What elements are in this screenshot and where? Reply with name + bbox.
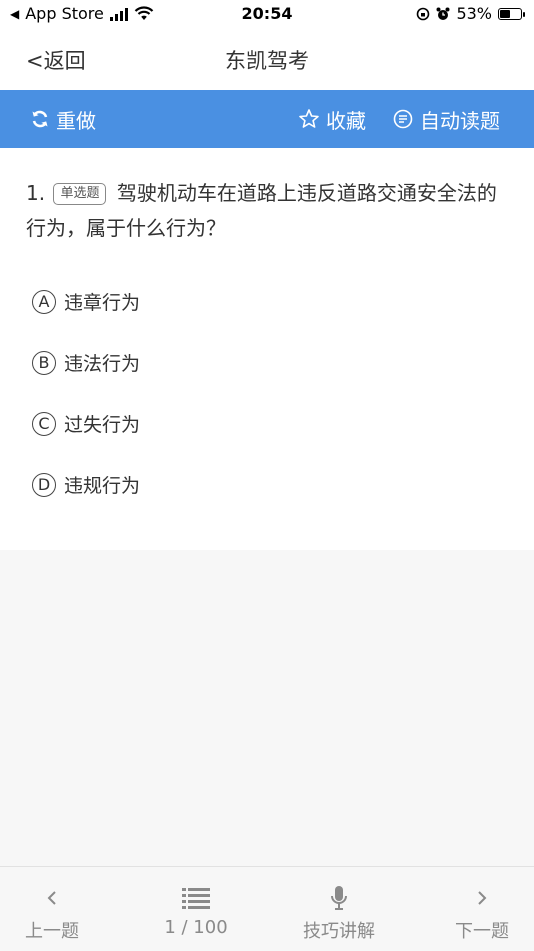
bottom-bar: 上一题 1 / 100 技巧讲解 下一题 — [0, 866, 534, 951]
autoread-label: 自动读题 — [420, 108, 500, 133]
redo-label: 重做 — [56, 108, 96, 133]
prev-question-label: 上一题 — [25, 921, 79, 942]
next-question-button[interactable]: 下一题 — [422, 867, 534, 951]
status-bar: ◀ App Store 20:54 53% — [0, 0, 534, 28]
orientation-lock-icon — [417, 7, 430, 20]
question-list-button[interactable]: 1 / 100 — [136, 867, 256, 951]
redo-button[interactable]: 重做 — [30, 90, 96, 148]
option-letter-icon: C — [32, 411, 56, 436]
question-text: 1. 单选题 驾驶机动车在道路上违反道路交通安全法的行为，属于什么行为？ — [26, 176, 506, 246]
option-letter-icon: B — [32, 350, 56, 375]
list-icon — [182, 888, 210, 909]
microphone-icon — [331, 886, 347, 910]
auto-read-icon — [393, 109, 413, 129]
toolbar: 重做 收藏 自动读题 — [0, 90, 534, 148]
option-letter-icon: D — [32, 472, 56, 497]
option-d[interactable]: D 违规行为 — [32, 471, 140, 498]
status-right: 53% — [416, 4, 525, 23]
nav-bar: <返回 东凯驾考 — [0, 28, 534, 90]
option-c[interactable]: C 过失行为 — [32, 410, 140, 437]
chevron-right-icon — [478, 891, 487, 905]
back-button[interactable]: <返回 — [26, 45, 86, 75]
option-letter-icon: A — [32, 289, 56, 314]
tips-button[interactable]: 技巧讲解 — [279, 867, 399, 951]
refresh-icon — [32, 110, 48, 128]
prev-question-button[interactable]: 上一题 — [0, 867, 112, 951]
favorite-button[interactable]: 收藏 — [298, 90, 366, 148]
question-type-badge: 单选题 — [53, 183, 107, 205]
favorite-label: 收藏 — [326, 108, 366, 133]
option-a[interactable]: A 违章行为 — [32, 288, 140, 315]
alarm-icon — [436, 7, 450, 20]
tips-label: 技巧讲解 — [303, 921, 375, 942]
progress-label: 1 / 100 — [164, 917, 228, 938]
next-question-label: 下一题 — [455, 921, 509, 942]
option-text: 过失行为 — [64, 414, 141, 436]
option-text: 违法行为 — [64, 353, 141, 375]
option-b[interactable]: B 违法行为 — [32, 349, 140, 376]
battery-icon — [498, 7, 525, 20]
question-card: 1. 单选题 驾驶机动车在道路上违反道路交通安全法的行为，属于什么行为？ A 违… — [0, 148, 534, 550]
autoread-button[interactable]: 自动读题 — [392, 90, 500, 148]
question-number: 1. — [26, 181, 46, 205]
chevron-left-icon — [47, 891, 56, 905]
star-icon — [299, 109, 319, 128]
option-text: 违规行为 — [64, 475, 141, 497]
option-text: 违章行为 — [64, 292, 141, 314]
battery-percent: 53% — [456, 4, 492, 23]
